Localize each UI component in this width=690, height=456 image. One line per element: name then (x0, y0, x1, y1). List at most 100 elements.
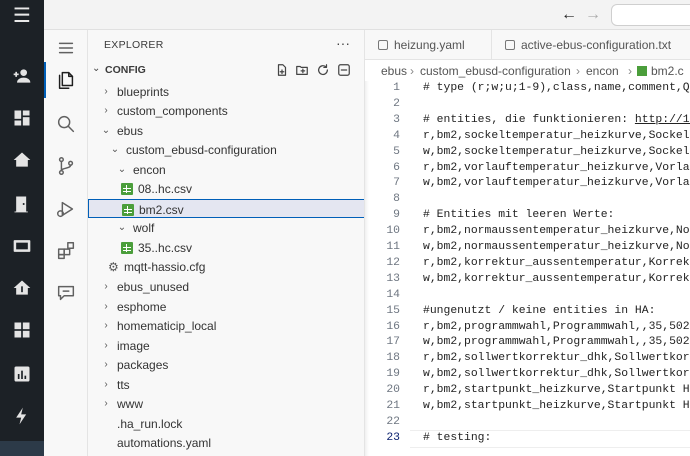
line-number: 2 (393, 97, 400, 110)
explorer-title: EXPLORER (104, 39, 164, 51)
code-line[interactable]: r,bm2,startpunkt_heizkurve,Startpunkt He… (423, 384, 690, 396)
line-number: 11 (386, 241, 400, 253)
tree-folder[interactable]: › ebus_unused (88, 277, 364, 297)
tree-folder[interactable]: › blueprints (88, 82, 364, 102)
tree-folder[interactable]: ⌄ encon (88, 160, 364, 180)
breadcrumb-item[interactable]: ebus (381, 64, 407, 78)
chevron-down-icon: ⌄ (92, 63, 101, 74)
chevron-down-icon: ⌄ (117, 163, 127, 175)
code-line[interactable]: w,bm2,sollwertkorrektur_dhk,Sollwertkorr… (423, 368, 690, 380)
file-icon (505, 40, 515, 50)
code-editor[interactable]: 1 # type (r;w;u;1-9),class,name,comment,Q… (365, 81, 690, 456)
chevron-right-icon: › (104, 378, 108, 390)
code-line[interactable]: w,bm2,vorlauftemperatur_heizkurve,Vorlau… (423, 177, 690, 189)
ha-sidebar (0, 30, 44, 456)
tree-folder[interactable]: › packages (88, 355, 364, 375)
chevron-right-icon: › (104, 398, 108, 410)
tree-folder[interactable]: ⌄ ebus (88, 121, 364, 141)
tree-folder[interactable]: › www (88, 394, 364, 414)
command-center-search-input[interactable] (611, 4, 690, 26)
file-icon (378, 40, 388, 50)
explorer-files-icon[interactable] (44, 62, 88, 98)
tree-file[interactable]: 35..hc.csv (88, 238, 364, 258)
chevron-right-icon: › (104, 281, 108, 292)
breadcrumb-item[interactable]: bm2.c (651, 64, 684, 78)
line-number: 6 (393, 161, 400, 174)
new-folder-icon[interactable] (294, 62, 310, 78)
tab-heizung-yaml[interactable]: heizung.yaml (365, 30, 492, 60)
tree-file[interactable]: .ha_run.lock (88, 414, 364, 434)
code-line[interactable]: w,bm2,normaussentemperatur_heizkurve,Nor… (423, 241, 690, 253)
explorer-panel: EXPLORER ··· ⌄ CONFIG › blueprints › custom… (88, 30, 365, 456)
forward-arrow-icon[interactable]: → (583, 5, 603, 25)
code-line[interactable]: # type (r;w;u;1-9),class,name,comment,QQ… (423, 82, 690, 94)
code-line[interactable]: r,bm2,sockeltemperatur_heizkurve,Sockelt… (423, 130, 690, 142)
breadcrumb-item[interactable]: custom_ebusd-configuration (420, 64, 571, 78)
tree-file[interactable]: automations.yaml (88, 433, 364, 453)
chat-icon[interactable] (44, 275, 88, 311)
tree-file[interactable]: ⚙ mqtt-hassio.cfg (88, 257, 364, 277)
code-line[interactable]: r,bm2,sollwertkorrektur_dhk,Sollwertkorr… (423, 352, 690, 364)
refresh-icon[interactable] (315, 62, 331, 78)
lightning-icon[interactable] (0, 402, 44, 430)
tree-item-label: bm2.csv (139, 202, 184, 217)
tree-file[interactable]: 08..hc.csv (88, 179, 364, 199)
tree-item-label: 35..hc.csv (138, 240, 193, 255)
back-arrow-icon[interactable]: ← (559, 5, 579, 25)
code-line[interactable]: r,bm2,programmwahl,Programmwahl,,35,5022… (423, 321, 690, 333)
tree-file[interactable]: bm2.csv (88, 198, 364, 219)
collapse-all-icon[interactable] (336, 62, 352, 78)
csv-file-icon (121, 183, 133, 196)
chart-icon[interactable] (0, 360, 44, 388)
line-number: 10 (386, 225, 400, 238)
code-line[interactable]: w,bm2,sockeltemperatur_heizkurve,Sockelt… (423, 146, 690, 158)
gear-file-icon: ⚙ (108, 260, 119, 275)
tree-folder[interactable]: › tts (88, 375, 364, 395)
dashboard-icon[interactable] (0, 104, 44, 132)
door-icon[interactable] (0, 190, 44, 218)
tree-item-label: custom_ebusd-configuration (126, 143, 277, 158)
tree-folder[interactable]: › custom_components (88, 101, 364, 121)
extensions-icon[interactable] (44, 233, 88, 269)
workspace-root[interactable]: ⌄ CONFIG (88, 60, 364, 80)
tab-label: heizung.yaml (394, 38, 465, 52)
code-line[interactable]: # entities, die funktionieren: http://19… (423, 114, 690, 126)
new-file-icon[interactable] (274, 62, 290, 78)
code-line[interactable]: w,bm2,startpunkt_heizkurve,Startpunkt He… (423, 400, 690, 412)
ha-sidebar-active-item[interactable] (0, 441, 44, 456)
add-person-icon[interactable] (0, 62, 44, 90)
grid-icon[interactable] (0, 316, 44, 344)
code-link[interactable]: http://192. (635, 114, 690, 126)
code-line[interactable]: r,bm2,normaussentemperatur_heizkurve,Nor… (423, 225, 690, 237)
code-line[interactable]: # Entities mit leeren Werte: (423, 209, 614, 221)
line-number: 13 (386, 272, 400, 285)
code-line[interactable]: w,bm2,programmwahl,Programmwahl,,35,5023… (423, 336, 690, 348)
search-icon[interactable] (44, 106, 88, 142)
more-actions-icon[interactable]: ··· (336, 35, 350, 51)
tree-folder[interactable]: › esphome (88, 297, 364, 317)
line-number: 4 (393, 129, 400, 142)
tree-folder[interactable]: › homematicip_local (88, 316, 364, 336)
tree-folder[interactable]: › image (88, 336, 364, 356)
code-line[interactable]: r,bm2,vorlauftemperatur_heizkurve,Vorlau… (423, 162, 690, 174)
tree-item-label: image (117, 338, 150, 353)
source-control-icon[interactable] (44, 148, 88, 184)
menu-icon[interactable] (44, 30, 88, 66)
code-line[interactable]: w,bm2,korrektur_aussentemperatur,Korrekt… (423, 273, 690, 285)
tree-folder[interactable]: ⌄ custom_ebusd-configuration (88, 140, 364, 160)
hamburger-menu-icon[interactable]: ☰ (0, 0, 44, 30)
csv-file-icon (122, 203, 134, 216)
code-line[interactable]: r,bm2,korrektur_aussentemperatur,Korrekt… (423, 257, 690, 269)
home-icon[interactable] (0, 146, 44, 174)
code-line[interactable]: # testing: (423, 432, 491, 444)
line-number: 8 (393, 193, 400, 206)
tab-active-ebus-configuration[interactable]: active-ebus-configuration.txt (492, 30, 690, 60)
run-debug-icon[interactable] (44, 191, 88, 227)
media-icon[interactable] (0, 232, 44, 260)
breadcrumb: ebus › custom_ebusd-configuration › enco… (365, 60, 690, 81)
code-line[interactable]: #ungenutzt / keine entities in HA: (423, 305, 655, 317)
thermometer-home-icon[interactable] (0, 274, 44, 302)
tree-folder[interactable]: ⌄ wolf (88, 218, 364, 238)
line-number: 3 (393, 113, 400, 126)
breadcrumb-item[interactable]: encon (586, 64, 619, 78)
